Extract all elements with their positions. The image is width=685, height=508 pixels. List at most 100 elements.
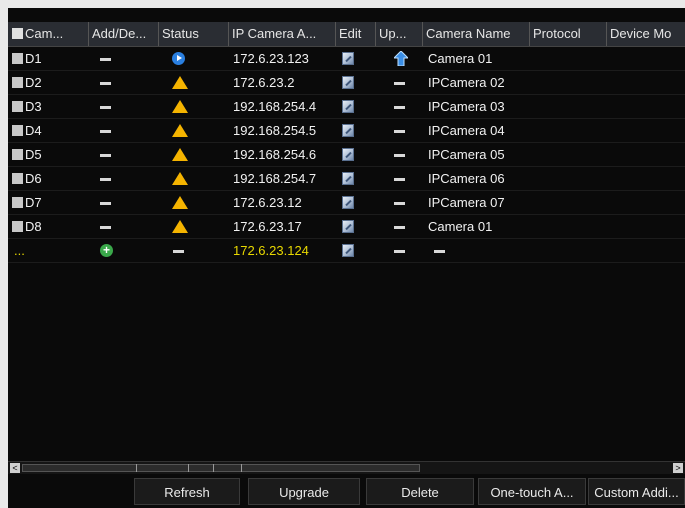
scroll-left-arrow-icon[interactable]: < bbox=[10, 463, 20, 473]
ip-address: 172.6.23.12 bbox=[233, 195, 302, 210]
edit-icon[interactable] bbox=[342, 148, 354, 161]
column-header-camera[interactable]: Cam... bbox=[8, 22, 92, 46]
camera-name: IPCamera 06 bbox=[428, 171, 505, 186]
new-device-marker: ... bbox=[14, 243, 25, 258]
table-row[interactable]: D2 172.6.23.2 IPCamera 02 bbox=[8, 71, 685, 95]
scroll-tick bbox=[213, 464, 214, 472]
table-row[interactable]: D6 192.168.254.7 IPCamera 06 bbox=[8, 167, 685, 191]
column-header-protocol[interactable]: Protocol bbox=[529, 22, 610, 46]
select-all-checkbox[interactable] bbox=[12, 28, 23, 40]
scrollbar-thumb[interactable] bbox=[22, 464, 420, 472]
row-checkbox[interactable] bbox=[12, 149, 23, 161]
camera-id-cell: D7 bbox=[12, 191, 88, 214]
row-checkbox[interactable] bbox=[12, 197, 23, 209]
column-header-edit[interactable]: Edit bbox=[335, 22, 379, 46]
ip-address: 172.6.23.123 bbox=[233, 51, 309, 66]
column-header-add-delete[interactable]: Add/De... bbox=[88, 22, 162, 46]
edit-icon[interactable] bbox=[342, 172, 354, 185]
dash-icon bbox=[100, 82, 111, 85]
horizontal-scrollbar[interactable]: < > bbox=[8, 461, 685, 474]
dash-icon bbox=[394, 202, 405, 205]
camera-name: Camera 01 bbox=[428, 219, 493, 234]
warning-icon bbox=[172, 100, 188, 113]
column-header-status[interactable]: Status bbox=[158, 22, 232, 46]
table-row[interactable]: D4 192.168.254.5 IPCamera 04 bbox=[8, 119, 685, 143]
column-header-upgrade[interactable]: Up... bbox=[375, 22, 426, 46]
edit-icon[interactable] bbox=[342, 100, 354, 113]
warning-icon bbox=[172, 172, 188, 185]
dash-icon bbox=[100, 106, 111, 109]
camera-name: IPCamera 03 bbox=[428, 99, 505, 114]
edit-icon[interactable] bbox=[342, 124, 354, 137]
scroll-right-arrow-icon[interactable]: > bbox=[673, 463, 683, 473]
dash-icon bbox=[394, 130, 405, 133]
row-checkbox[interactable] bbox=[12, 173, 23, 185]
row-checkbox[interactable] bbox=[12, 77, 23, 89]
edit-icon[interactable] bbox=[342, 196, 354, 209]
camera-id: D8 bbox=[25, 219, 42, 234]
camera-id: D3 bbox=[25, 99, 42, 114]
table-row[interactable]: D5 192.168.254.6 IPCamera 05 bbox=[8, 143, 685, 167]
dash-icon bbox=[394, 178, 405, 181]
device-model bbox=[610, 191, 685, 214]
row-checkbox[interactable] bbox=[12, 221, 23, 233]
row-checkbox[interactable] bbox=[12, 53, 23, 65]
camera-id: D5 bbox=[25, 147, 42, 162]
column-header-camera-name[interactable]: Camera Name bbox=[422, 22, 533, 46]
warning-icon bbox=[172, 148, 188, 161]
edit-icon[interactable] bbox=[342, 220, 354, 233]
refresh-button[interactable]: Refresh bbox=[134, 478, 240, 505]
warning-icon bbox=[172, 76, 188, 89]
device-model bbox=[610, 95, 685, 118]
edit-icon[interactable] bbox=[342, 244, 354, 257]
edit-icon[interactable] bbox=[342, 52, 354, 65]
dash-icon bbox=[394, 226, 405, 229]
camera-id: D6 bbox=[25, 171, 42, 186]
upgrade-arrow-icon[interactable] bbox=[392, 50, 410, 67]
protocol bbox=[533, 47, 607, 70]
device-model bbox=[610, 143, 685, 166]
dash-icon bbox=[173, 250, 184, 253]
ip-address: 192.168.254.5 bbox=[233, 123, 317, 138]
table-header: Cam... Add/De... Status IP Camera A... E… bbox=[8, 22, 685, 47]
camera-id-cell: D5 bbox=[12, 143, 88, 166]
action-button-bar: Refresh Upgrade Delete One-touch A... Cu… bbox=[8, 475, 685, 508]
camera-name: IPCamera 05 bbox=[428, 147, 505, 162]
warning-icon bbox=[172, 196, 188, 209]
delete-button[interactable]: Delete bbox=[366, 478, 474, 505]
table-row[interactable]: D3 192.168.254.4 IPCamera 03 bbox=[8, 95, 685, 119]
protocol bbox=[533, 71, 607, 94]
online-status-icon bbox=[172, 52, 185, 65]
camera-name: IPCamera 04 bbox=[428, 123, 505, 138]
dash-icon bbox=[100, 154, 111, 157]
dash-icon bbox=[100, 226, 111, 229]
ip-camera-management-panel: Cam... Add/De... Status IP Camera A... E… bbox=[8, 8, 685, 508]
camera-name: IPCamera 02 bbox=[428, 75, 505, 90]
edit-icon[interactable] bbox=[342, 76, 354, 89]
camera-id-cell: D3 bbox=[12, 95, 88, 118]
ip-address: 192.168.254.6 bbox=[233, 147, 317, 162]
table-row[interactable]: D1 172.6.23.123 Camera 01 bbox=[8, 47, 685, 71]
camera-id-cell: D1 bbox=[12, 47, 88, 70]
column-header-ip-address[interactable]: IP Camera A... bbox=[228, 22, 339, 46]
camera-table-body: D1 172.6.23.123 Camera 01 D2 172.6.23.2 IPCam… bbox=[8, 47, 685, 263]
ip-address: 172.6.23.17 bbox=[233, 219, 302, 234]
dash-icon bbox=[394, 106, 405, 109]
one-touch-adding-button[interactable]: One-touch A... bbox=[478, 478, 586, 505]
camera-id: D2 bbox=[25, 75, 42, 90]
table-row[interactable]: D8 172.6.23.17 Camera 01 bbox=[8, 215, 685, 239]
column-header-device-model[interactable]: Device Mo bbox=[606, 22, 685, 46]
add-icon[interactable]: + bbox=[100, 244, 113, 257]
scroll-tick bbox=[136, 464, 137, 472]
row-checkbox[interactable] bbox=[12, 125, 23, 137]
device-model bbox=[610, 215, 685, 238]
camera-id-cell: D8 bbox=[12, 215, 88, 238]
device-model bbox=[610, 71, 685, 94]
protocol bbox=[533, 167, 607, 190]
new-device-row[interactable]: ... +172.6.23.124 bbox=[8, 239, 685, 263]
camera-id: D4 bbox=[25, 123, 42, 138]
row-checkbox[interactable] bbox=[12, 101, 23, 113]
table-row[interactable]: D7 172.6.23.12 IPCamera 07 bbox=[8, 191, 685, 215]
custom-adding-button[interactable]: Custom Addi... bbox=[588, 478, 685, 505]
upgrade-button[interactable]: Upgrade bbox=[248, 478, 360, 505]
